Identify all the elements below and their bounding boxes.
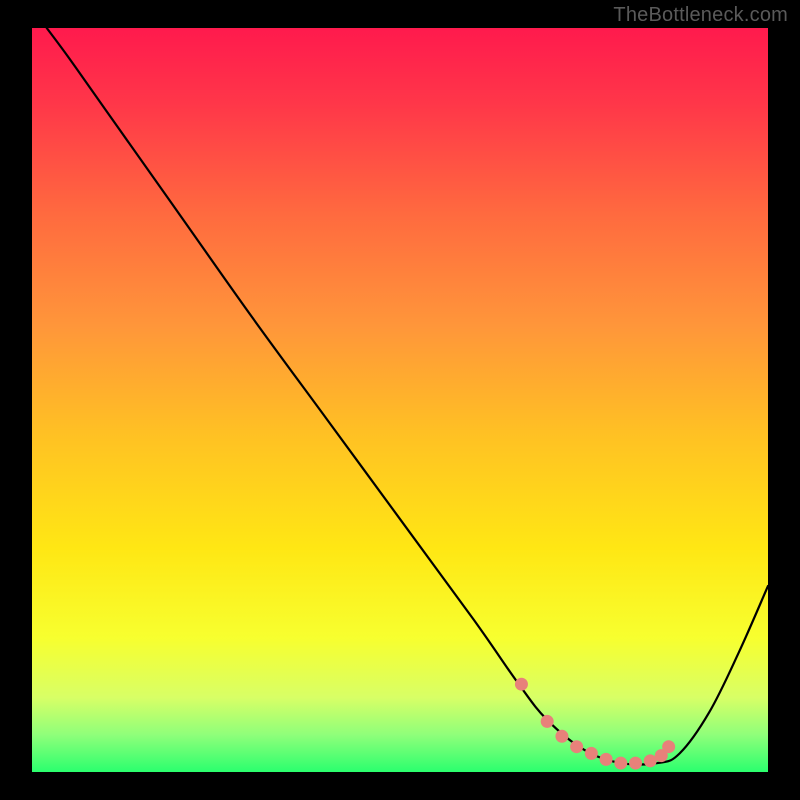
chart-svg <box>32 28 768 772</box>
watermark-text: TheBottleneck.com <box>613 4 788 27</box>
marker-dot <box>585 747 598 760</box>
marker-dot <box>541 715 554 728</box>
marker-dot <box>515 678 528 691</box>
gradient-rect <box>32 28 768 772</box>
marker-dot <box>600 753 613 766</box>
marker-dot <box>614 757 627 770</box>
marker-dot <box>570 740 583 753</box>
plot-area <box>32 28 768 772</box>
marker-dot <box>629 757 642 770</box>
chart-frame: TheBottleneck.com <box>0 0 800 800</box>
marker-dot <box>644 754 657 767</box>
marker-dot <box>555 730 568 743</box>
marker-dot <box>662 740 675 753</box>
